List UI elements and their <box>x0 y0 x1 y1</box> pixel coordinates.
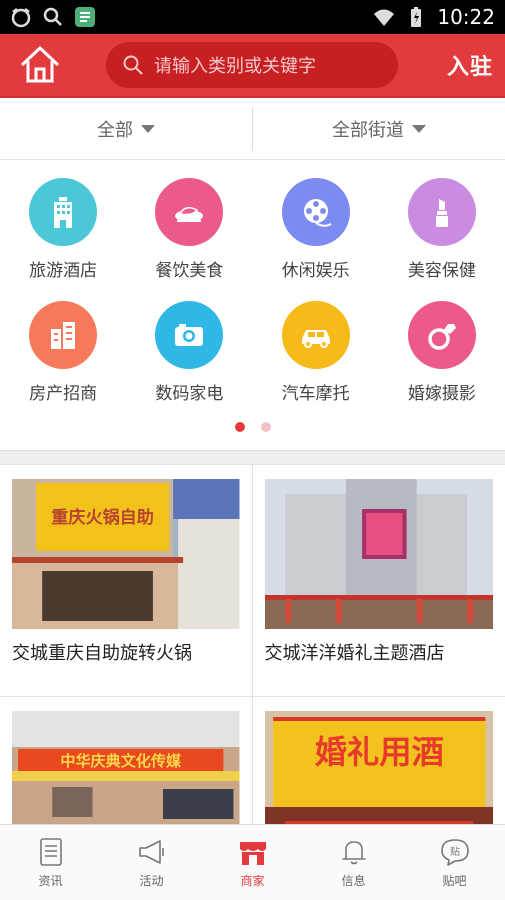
category-circle <box>29 301 98 369</box>
category-grid: 旅游酒店 餐饮美食 休闲娱乐 美容保健 房产招商 数码家电 汽车摩托 婚嫁摄影 <box>0 160 505 404</box>
alarm-icon <box>11 8 31 28</box>
search-icon <box>123 55 143 75</box>
tab-merchants[interactable]: 商家 <box>202 825 303 900</box>
section-gap <box>0 450 505 464</box>
news-icon <box>39 838 62 866</box>
megaphone-icon <box>138 840 164 864</box>
category-circle <box>407 178 476 246</box>
category-filter-label: 全部 <box>97 119 133 141</box>
camera-icon <box>175 324 204 346</box>
category-label: 休闲娱乐 <box>281 261 350 281</box>
search-icon <box>43 7 62 26</box>
category-label: 美容保健 <box>407 261 476 281</box>
search-placeholder: 请输入类别或关键字 <box>154 56 316 77</box>
category-item[interactable]: 数码家电 <box>126 301 252 404</box>
home-icon[interactable] <box>18 43 62 87</box>
bell-icon <box>341 841 366 865</box>
tab-label: 活动 <box>139 874 164 888</box>
status-time: 10:22 <box>437 5 495 29</box>
tab-label: 资讯 <box>38 874 63 888</box>
shop-sign-text: 婚礼用酒 <box>314 733 443 771</box>
page-indicator <box>0 412 505 442</box>
category-circle <box>155 178 224 246</box>
merchant-list: 重庆火锅自助 交城重庆自助旋转火锅 交城洋洋婚礼主题酒店 中华庆典文化传媒 婚礼… <box>0 464 505 824</box>
merchant-card[interactable]: 婚礼用酒 <box>253 697 505 824</box>
film-reel-icon <box>303 199 332 227</box>
category-item[interactable]: 旅游酒店 <box>0 178 126 281</box>
bottom-tab-bar: 资讯 活动 商家 信息 贴 贴吧 <box>0 824 505 900</box>
merchant-photo: 婚礼用酒 <box>264 711 493 824</box>
tab-info[interactable]: 信息 <box>303 825 404 900</box>
merchant-card[interactable]: 交城洋洋婚礼主题酒店 <box>252 465 505 697</box>
street-filter-label: 全部街道 <box>332 119 404 141</box>
wifi-icon <box>374 9 395 26</box>
category-circle <box>281 178 350 246</box>
category-label: 汽车摩托 <box>281 384 350 404</box>
merchant-photo <box>264 479 493 629</box>
shop-sign-text: 中华庆典文化传媒 <box>60 752 182 770</box>
tab-label: 商家 <box>240 874 265 888</box>
page-dot-active[interactable] <box>234 422 245 432</box>
category-item[interactable]: 餐饮美食 <box>126 178 252 281</box>
dropdown-arrow-icon <box>412 124 426 133</box>
svg-text:贴: 贴 <box>450 845 460 858</box>
category-item[interactable]: 休闲娱乐 <box>253 178 379 281</box>
join-button[interactable]: 入驻 <box>447 49 493 81</box>
hotel-icon <box>54 197 73 228</box>
category-label: 数码家电 <box>155 384 224 404</box>
merchant-card[interactable]: 中华庆典文化传媒 <box>0 697 253 824</box>
tab-news[interactable]: 资讯 <box>0 825 101 900</box>
category-label: 房产招商 <box>29 384 98 404</box>
merchant-name: 交城洋洋婚礼主题酒店 <box>264 643 445 664</box>
search-input[interactable]: 请输入类别或关键字 <box>106 42 398 88</box>
battery-icon <box>411 7 422 27</box>
building-icon <box>51 322 76 349</box>
category-label: 餐饮美食 <box>155 261 224 281</box>
category-circle <box>155 301 224 369</box>
chat-bubble-icon: 贴 <box>440 839 469 866</box>
merchant-card[interactable]: 重庆火锅自助 交城重庆自助旋转火锅 <box>0 465 253 697</box>
category-item[interactable]: 婚嫁摄影 <box>379 301 505 404</box>
category-label: 旅游酒店 <box>29 261 98 281</box>
category-item[interactable]: 汽车摩托 <box>253 301 379 404</box>
category-circle <box>29 178 98 246</box>
shop-icon <box>239 842 266 865</box>
category-item[interactable]: 房产招商 <box>0 301 126 404</box>
street-filter[interactable]: 全部街道 <box>253 116 505 142</box>
merchant-photo: 重庆火锅自助 <box>12 479 240 629</box>
merchant-photo: 中华庆典文化传媒 <box>12 711 240 824</box>
tab-label: 信息 <box>341 874 366 888</box>
tab-forum[interactable]: 贴 贴吧 <box>404 825 505 900</box>
category-label: 婚嫁摄影 <box>407 384 476 404</box>
page-dot[interactable] <box>260 422 271 432</box>
category-circle <box>407 301 476 369</box>
food-icon <box>175 207 204 222</box>
category-circle <box>281 301 350 369</box>
top-bar: 请输入类别或关键字 入驻 <box>0 34 505 98</box>
filter-bar: 全部 全部街道 <box>0 98 505 160</box>
ring-icon <box>428 324 456 350</box>
tab-label: 贴吧 <box>442 874 467 888</box>
lipstick-icon <box>435 199 448 227</box>
dropdown-arrow-icon <box>141 124 155 133</box>
status-bar: 10:22 <box>0 0 505 34</box>
category-filter[interactable]: 全部 <box>0 116 252 142</box>
shop-sign-text: 重庆火锅自助 <box>51 507 154 528</box>
tab-events[interactable]: 活动 <box>101 825 202 900</box>
car-icon <box>301 330 330 348</box>
merchant-name: 交城重庆自助旋转火锅 <box>12 643 192 664</box>
app-notification-icon <box>75 7 95 27</box>
category-item[interactable]: 美容保健 <box>379 178 505 281</box>
